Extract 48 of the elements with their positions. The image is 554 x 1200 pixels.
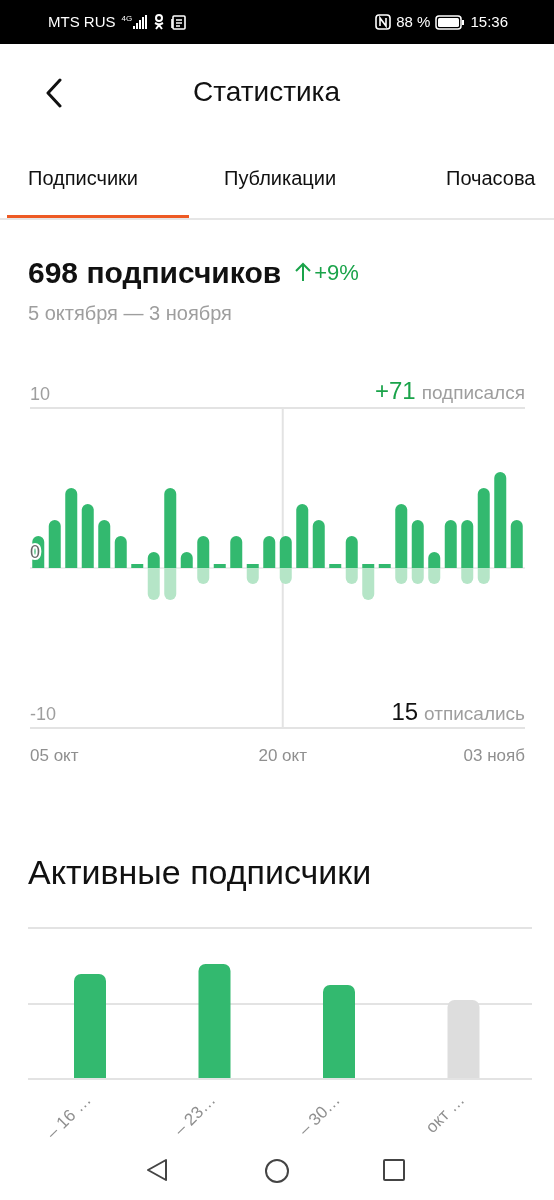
chart-bar	[48, 520, 61, 568]
back-icon	[46, 78, 62, 108]
back-icon[interactable]	[145, 1158, 169, 1182]
week-label: – 30…	[294, 1090, 344, 1140]
week-label: – 16 …	[42, 1090, 95, 1143]
chart-bar	[510, 520, 523, 568]
subscriber-count: 698 подписчиков	[28, 254, 282, 291]
y-axis-label: 10	[30, 384, 51, 404]
chart-bar	[444, 520, 457, 568]
chart-bar	[81, 504, 94, 568]
recent-apps-icon[interactable]	[383, 1159, 405, 1181]
battery-percent: 88 %	[396, 11, 431, 32]
week-label: окт …	[421, 1090, 469, 1137]
week-label: – 23…	[170, 1090, 220, 1140]
chart-bar	[312, 520, 325, 568]
chart-bar	[180, 552, 193, 568]
arrow-up-icon	[295, 262, 312, 282]
x-axis-label: 20 окт	[258, 746, 307, 765]
carrier-name: MTS RUS	[48, 11, 116, 32]
person-icon	[153, 14, 166, 30]
signal-icon	[133, 15, 148, 29]
tab[interactable]: Почасова	[425, 140, 554, 218]
x-axis-label: 03 нояб	[463, 746, 525, 765]
subscribed-summary: +71 подписался	[374, 377, 525, 404]
page-title: Статистика	[193, 75, 341, 109]
network-type: 4G	[121, 15, 133, 23]
chart-bar	[230, 536, 243, 568]
nfc-icon	[375, 14, 392, 30]
date-range: 5 октября — 3 ноября	[28, 301, 233, 326]
chart-bar	[263, 536, 276, 568]
unsubscribed-summary: 15 отписались	[391, 698, 525, 725]
news-icon	[171, 14, 187, 30]
chart-bar	[296, 504, 309, 568]
growth-percent: +9%	[314, 258, 359, 287]
tab[interactable]: Публикации	[203, 140, 411, 218]
battery-icon	[435, 14, 466, 30]
chart-bar	[428, 552, 441, 568]
clock-time: 15:36	[470, 11, 508, 32]
x-axis-label: 05 окт	[30, 746, 79, 765]
section-title: Активные подписчики	[27, 852, 373, 893]
home-icon[interactable]	[264, 1158, 290, 1184]
chart-bar	[98, 520, 111, 568]
chart-bar	[114, 536, 127, 568]
y-axis-label: -10	[30, 704, 56, 724]
chart-bar	[428, 568, 441, 584]
chart-bar	[362, 568, 375, 600]
tab[interactable]: Подписчики	[7, 140, 189, 218]
chart-bar	[246, 568, 259, 584]
